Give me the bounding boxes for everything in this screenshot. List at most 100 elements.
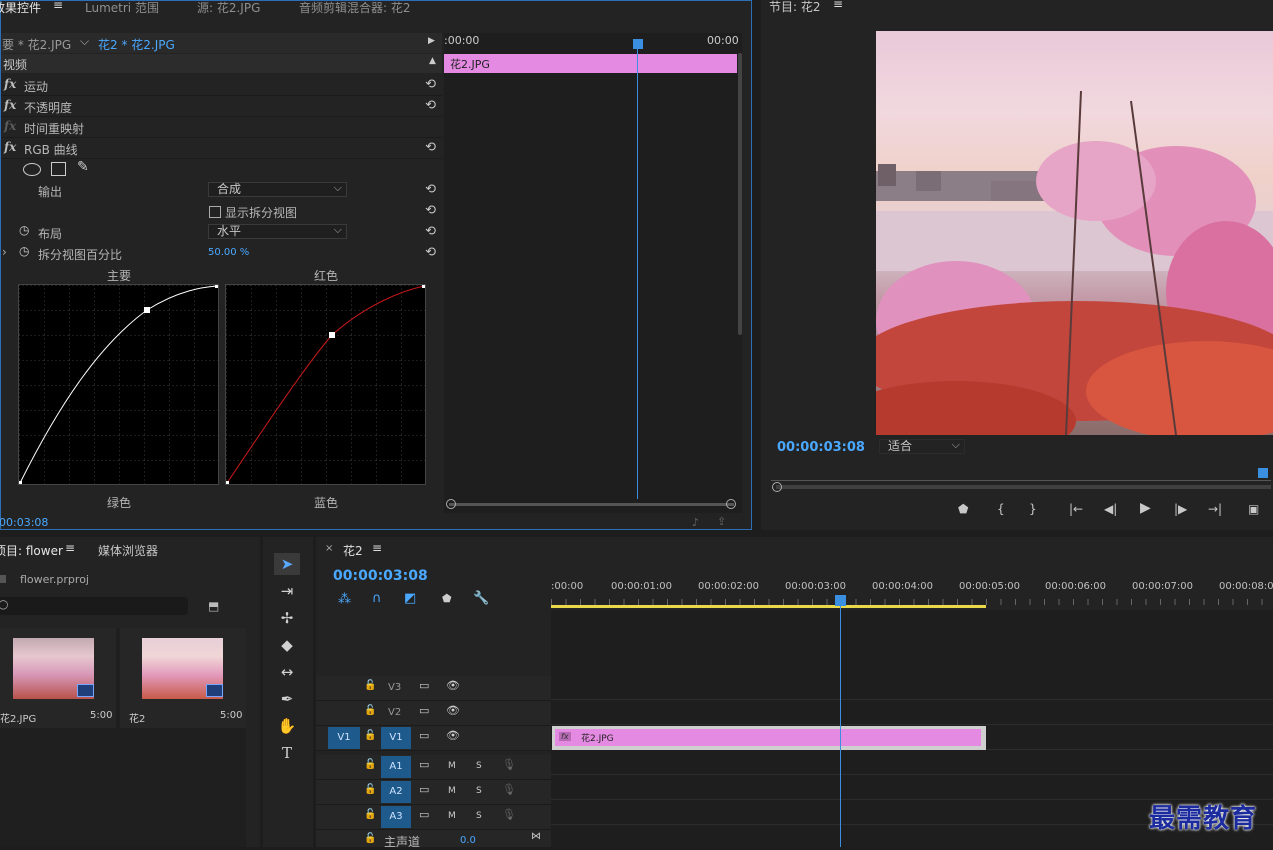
panel-menu-icon[interactable]: ≡ bbox=[833, 0, 843, 11]
lock-icon[interactable]: 🔓 bbox=[364, 730, 376, 741]
timeline-timecode[interactable]: 00:00:03:08 bbox=[333, 568, 428, 584]
collapse-up-icon[interactable]: ▲ bbox=[429, 56, 436, 66]
timeline-clip[interactable]: fx 花2.JPG bbox=[552, 726, 986, 750]
panel-menu-icon[interactable]: ≡ bbox=[65, 541, 75, 555]
fx-badge[interactable]: fx bbox=[559, 732, 571, 741]
lock-icon[interactable]: 🔓 bbox=[364, 705, 376, 716]
razor-tool-icon[interactable]: ◆ bbox=[274, 634, 300, 656]
snap-icon[interactable]: ∩ bbox=[372, 591, 382, 606]
linked-selection-icon[interactable]: ◩ bbox=[404, 591, 416, 606]
program-video-frame[interactable] bbox=[876, 31, 1273, 435]
project-search-input[interactable]: ○ bbox=[0, 597, 188, 615]
step-back-icon[interactable]: ◀| bbox=[1104, 502, 1117, 516]
effect-row-time-remap[interactable]: fx 时间重映射 bbox=[1, 117, 442, 138]
track-name[interactable]: V2 bbox=[388, 707, 401, 718]
work-area-bar[interactable] bbox=[551, 605, 986, 608]
lock-icon[interactable]: 🔓 bbox=[364, 784, 376, 795]
fx-icon[interactable]: fx bbox=[4, 98, 16, 112]
audio-only-icon[interactable]: ♪ bbox=[692, 516, 699, 529]
track-select-tool-icon[interactable]: ⇥ bbox=[274, 580, 300, 602]
source-patch-v1[interactable]: V1 bbox=[328, 727, 360, 749]
effect-row-motion[interactable]: fx 运动 ⟲ bbox=[1, 75, 442, 96]
program-ruler[interactable] bbox=[771, 470, 1271, 481]
program-playhead-head[interactable] bbox=[1258, 468, 1268, 478]
pen-tool-icon[interactable]: ✒ bbox=[274, 688, 300, 710]
solo-button[interactable]: S bbox=[476, 761, 482, 771]
timeline-playhead-head[interactable] bbox=[835, 595, 846, 606]
add-marker-icon[interactable]: ⬟ bbox=[442, 592, 452, 605]
sync-lock-icon[interactable]: ▭ bbox=[419, 808, 429, 821]
nest-icon[interactable]: ⁂ bbox=[338, 592, 351, 607]
export-icon[interactable]: ⇪ bbox=[717, 515, 726, 528]
split-view-checkbox[interactable] bbox=[209, 206, 221, 218]
red-curve-graph[interactable] bbox=[225, 284, 426, 485]
fit-dropdown[interactable]: 适合 bbox=[879, 438, 965, 454]
tab-project[interactable]: 项目: flower bbox=[0, 542, 63, 559]
export-frame-icon[interactable]: ▣ bbox=[1248, 502, 1259, 516]
source-sequence-label[interactable]: 花2 * 花2.JPG bbox=[98, 36, 175, 53]
program-zoom-bar[interactable] bbox=[776, 485, 1271, 489]
effect-row-rgb-curves[interactable]: fx RGB 曲线 ⟲ bbox=[1, 138, 442, 159]
lock-icon[interactable]: 🔓 bbox=[364, 759, 376, 770]
video-section-header[interactable]: 视频 ▲ bbox=[1, 54, 442, 73]
close-icon[interactable]: × bbox=[325, 543, 333, 554]
eye-icon[interactable]: 👁 bbox=[446, 704, 460, 717]
split-percent-value[interactable]: 50.00 % bbox=[208, 247, 249, 258]
reset-icon[interactable]: ⟲ bbox=[425, 182, 436, 197]
zoom-handle-right[interactable] bbox=[726, 499, 736, 509]
tab-lumetri-scopes[interactable]: Lumetri 范围 bbox=[85, 0, 159, 16]
expand-arrow-icon[interactable]: › bbox=[2, 245, 7, 259]
lock-icon[interactable]: 🔓 bbox=[364, 809, 376, 820]
lock-icon[interactable]: 🔓 bbox=[364, 833, 376, 844]
master-expand-icon[interactable]: ⋈ bbox=[531, 831, 541, 842]
sync-lock-icon[interactable]: ▭ bbox=[419, 783, 429, 796]
mark-out-icon[interactable]: } bbox=[1029, 502, 1037, 516]
mute-button[interactable]: M bbox=[448, 811, 456, 821]
collapse-arrow-icon[interactable]: ▶ bbox=[428, 36, 435, 46]
program-timecode[interactable]: 00:00:03:08 bbox=[777, 440, 865, 455]
stopwatch-icon[interactable]: ◷ bbox=[19, 223, 29, 237]
hand-tool-icon[interactable]: ✋ bbox=[274, 715, 300, 737]
fx-icon[interactable]: fx bbox=[4, 140, 16, 154]
reset-icon[interactable]: ⟲ bbox=[425, 98, 436, 113]
sync-lock-icon[interactable]: ▭ bbox=[419, 679, 429, 692]
slip-tool-icon[interactable]: ↔ bbox=[274, 661, 300, 683]
source-master-label[interactable]: 要 * 花2.JPG bbox=[2, 36, 71, 53]
ripple-edit-tool-icon[interactable]: ✢ bbox=[274, 607, 300, 629]
track-name[interactable]: V3 bbox=[388, 682, 401, 693]
master-volume-value[interactable]: 0.0 bbox=[460, 835, 476, 846]
microphone-icon[interactable]: 🎙 bbox=[502, 783, 516, 796]
layout-dropdown[interactable]: 水平 bbox=[208, 223, 347, 239]
effect-controls-timecode[interactable]: 00:03:08 bbox=[0, 516, 48, 529]
pen-mask-icon[interactable]: ✎ bbox=[77, 159, 89, 175]
tab-source[interactable]: 源: 花2.JPG bbox=[197, 0, 260, 16]
sync-lock-icon[interactable]: ▭ bbox=[419, 729, 429, 742]
eye-icon[interactable]: 👁 bbox=[446, 729, 460, 742]
panel-menu-icon[interactable]: ≡ bbox=[372, 541, 382, 555]
find-icon[interactable]: ⬒ bbox=[208, 599, 219, 613]
project-item-sequence[interactable]: 花2 5:00 bbox=[120, 628, 246, 728]
mini-playhead-head[interactable] bbox=[633, 39, 643, 49]
go-to-in-icon[interactable]: |← bbox=[1069, 502, 1083, 516]
mute-button[interactable]: M bbox=[448, 761, 456, 771]
sync-lock-icon[interactable]: ▭ bbox=[419, 758, 429, 771]
track-target-v1[interactable]: V1 bbox=[381, 727, 411, 749]
mini-scrollbar[interactable] bbox=[738, 53, 742, 335]
fx-icon[interactable]: fx bbox=[4, 77, 16, 91]
master-curve-graph[interactable] bbox=[18, 284, 219, 485]
solo-button[interactable]: S bbox=[476, 786, 482, 796]
reset-icon[interactable]: ⟲ bbox=[425, 77, 436, 92]
eye-icon[interactable]: 👁 bbox=[446, 679, 460, 692]
reset-icon[interactable]: ⟲ bbox=[425, 245, 436, 260]
track-target-a3[interactable]: A3 bbox=[381, 806, 411, 828]
reset-icon[interactable]: ⟲ bbox=[425, 140, 436, 155]
tab-media-browser[interactable]: 媒体浏览器 bbox=[98, 542, 158, 559]
go-to-out-icon[interactable]: →| bbox=[1208, 502, 1222, 516]
fx-icon[interactable]: fx bbox=[4, 119, 16, 133]
play-icon[interactable]: ▶ bbox=[1140, 500, 1151, 516]
project-item-image[interactable]: 花2.JPG 5:00 bbox=[0, 628, 116, 728]
output-dropdown[interactable]: 合成 bbox=[208, 181, 347, 197]
reset-icon[interactable]: ⟲ bbox=[425, 203, 436, 218]
rectangle-mask-icon[interactable] bbox=[51, 162, 66, 176]
effect-row-opacity[interactable]: fx 不透明度 ⟲ bbox=[1, 96, 442, 117]
